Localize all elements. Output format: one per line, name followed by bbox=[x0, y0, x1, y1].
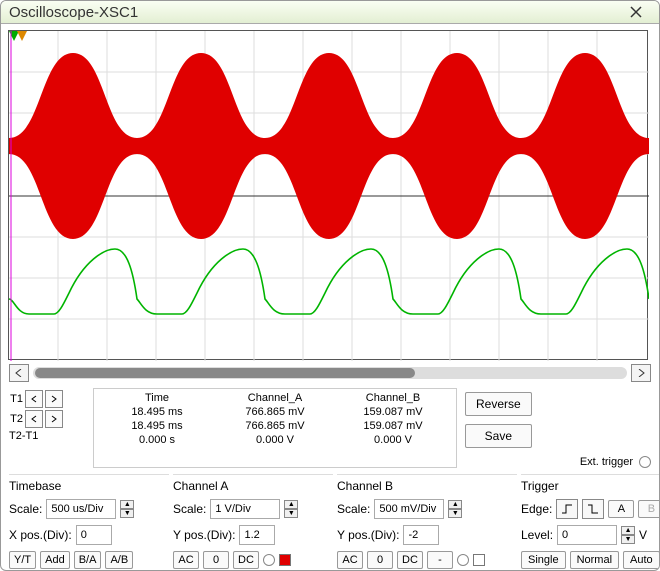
chb-ac-button[interactable]: AC bbox=[337, 551, 363, 569]
readout-row: 0.000 s 0.000 V 0.000 V bbox=[98, 433, 452, 447]
timebase-title: Timebase bbox=[9, 479, 169, 493]
timebase-xpos-label: X pos.(Div): bbox=[9, 528, 72, 542]
chb-color-swatch[interactable] bbox=[473, 554, 485, 566]
cha-zero-button[interactable]: 0 bbox=[203, 551, 229, 569]
cursor-readout: Time Channel_A Channel_B 18.495 ms 766.8… bbox=[93, 388, 457, 468]
edge-falling-icon bbox=[587, 503, 599, 515]
channel-b-panel: Channel B Scale: 500 mV/Div ▲▼ Y pos.(Di… bbox=[337, 474, 517, 571]
trigger-b-button[interactable]: B bbox=[638, 500, 660, 518]
trace-channel-b bbox=[9, 31, 649, 361]
channel-b-title: Channel B bbox=[337, 479, 517, 493]
ba-button[interactable]: B/A bbox=[74, 551, 102, 569]
cha-color-swatch[interactable] bbox=[279, 554, 291, 566]
cha-radio[interactable] bbox=[263, 554, 275, 566]
trigger-normal-button[interactable]: Normal bbox=[570, 551, 619, 569]
scroll-thumb[interactable] bbox=[35, 368, 415, 378]
trigger-level-spinner[interactable]: ▲▼ bbox=[621, 526, 635, 544]
trigger-a-button[interactable]: A bbox=[608, 500, 634, 518]
yt-button[interactable]: Y/T bbox=[9, 551, 36, 569]
chevron-right-icon bbox=[637, 369, 645, 377]
cha-ac-button[interactable]: AC bbox=[173, 551, 199, 569]
trigger-panel: Trigger Edge: A B Ext Level: 0 ▲▼ V Sing… bbox=[521, 474, 660, 571]
edge-rising-button[interactable] bbox=[556, 499, 578, 519]
cursor-markers[interactable] bbox=[9, 31, 33, 45]
ext-trigger-label: Ext. trigger bbox=[580, 456, 633, 468]
oscilloscope-window: Oscilloscope-XSC1 bbox=[0, 0, 660, 571]
edge-rising-icon bbox=[561, 503, 573, 515]
trigger-single-button[interactable]: Single bbox=[521, 551, 566, 569]
cursor-controls: T1 T2 T2-T1 bbox=[9, 388, 89, 468]
ab-button[interactable]: A/B bbox=[105, 551, 133, 569]
t2-right-button[interactable] bbox=[45, 410, 63, 428]
save-button[interactable]: Save bbox=[465, 424, 532, 448]
t1-label: T1 bbox=[9, 393, 23, 405]
window-title: Oscilloscope-XSC1 bbox=[9, 4, 621, 21]
chb-zero-button[interactable]: 0 bbox=[367, 551, 393, 569]
scroll-right-button[interactable] bbox=[631, 364, 651, 382]
arrow-right-icon bbox=[50, 415, 58, 423]
t2-left-button[interactable] bbox=[25, 410, 43, 428]
timebase-xpos-input[interactable]: 0 bbox=[76, 525, 112, 545]
horizontal-scrollbar[interactable] bbox=[1, 360, 659, 388]
readout-row: 18.495 ms 766.865 mV 159.087 mV bbox=[98, 419, 452, 433]
arrow-left-icon bbox=[30, 415, 38, 423]
scroll-track[interactable] bbox=[33, 367, 627, 379]
chb-scale-spinner[interactable]: ▲▼ bbox=[448, 500, 462, 518]
trigger-edge-label: Edge: bbox=[521, 502, 552, 516]
chb-ypos-label: Y pos.(Div): bbox=[337, 528, 399, 542]
cha-scale-label: Scale: bbox=[173, 502, 206, 516]
channel-a-panel: Channel A Scale: 1 V/Div ▲▼ Y pos.(Div):… bbox=[173, 474, 333, 571]
trigger-level-label: Level: bbox=[521, 528, 553, 542]
close-icon bbox=[629, 5, 643, 19]
trigger-level-input[interactable]: 0 bbox=[557, 525, 617, 545]
trigger-title: Trigger bbox=[521, 479, 660, 493]
titlebar: Oscilloscope-XSC1 bbox=[1, 1, 659, 24]
arrow-right-icon bbox=[50, 395, 58, 403]
scroll-left-button[interactable] bbox=[9, 364, 29, 382]
timebase-panel: Timebase Scale: 500 us/Div ▲▼ X pos.(Div… bbox=[9, 474, 169, 571]
add-button[interactable]: Add bbox=[40, 551, 70, 569]
chb-scale-input[interactable]: 500 mV/Div bbox=[374, 499, 444, 519]
cha-ypos-label: Y pos.(Div): bbox=[173, 528, 235, 542]
channel-a-title: Channel A bbox=[173, 479, 333, 493]
timebase-scale-input[interactable]: 500 us/Div bbox=[46, 499, 116, 519]
t2-label: T2 bbox=[9, 413, 23, 425]
arrow-left-icon bbox=[30, 395, 38, 403]
reverse-button[interactable]: Reverse bbox=[465, 392, 532, 416]
ext-trigger-radio[interactable] bbox=[639, 456, 651, 468]
cha-scale-input[interactable]: 1 V/Div bbox=[210, 499, 280, 519]
trigger-auto-button[interactable]: Auto bbox=[623, 551, 660, 569]
chb-ypos-input[interactable]: -2 bbox=[403, 525, 439, 545]
col-time: Time bbox=[98, 391, 216, 405]
cha-dc-button[interactable]: DC bbox=[233, 551, 259, 569]
col-chb: Channel_B bbox=[334, 391, 452, 405]
t1-left-button[interactable] bbox=[25, 390, 43, 408]
chb-scale-label: Scale: bbox=[337, 502, 370, 516]
cha-ypos-input[interactable]: 1.2 bbox=[239, 525, 275, 545]
edge-falling-button[interactable] bbox=[582, 499, 604, 519]
chevron-left-icon bbox=[15, 369, 23, 377]
trigger-level-unit: V bbox=[639, 528, 647, 542]
scope-screen[interactable] bbox=[8, 30, 648, 360]
plot-area bbox=[1, 24, 659, 360]
chb-minus-button[interactable]: - bbox=[427, 551, 453, 569]
close-button[interactable] bbox=[621, 1, 651, 23]
cha-scale-spinner[interactable]: ▲▼ bbox=[284, 500, 298, 518]
t1-right-button[interactable] bbox=[45, 390, 63, 408]
chb-dc-button[interactable]: DC bbox=[397, 551, 423, 569]
t2t1-label: T2-T1 bbox=[9, 430, 89, 442]
readout-row: 18.495 ms 766.865 mV 159.087 mV bbox=[98, 405, 452, 419]
chb-radio[interactable] bbox=[457, 554, 469, 566]
col-cha: Channel_A bbox=[216, 391, 334, 405]
timebase-scale-spinner[interactable]: ▲▼ bbox=[120, 500, 134, 518]
timebase-scale-label: Scale: bbox=[9, 502, 42, 516]
